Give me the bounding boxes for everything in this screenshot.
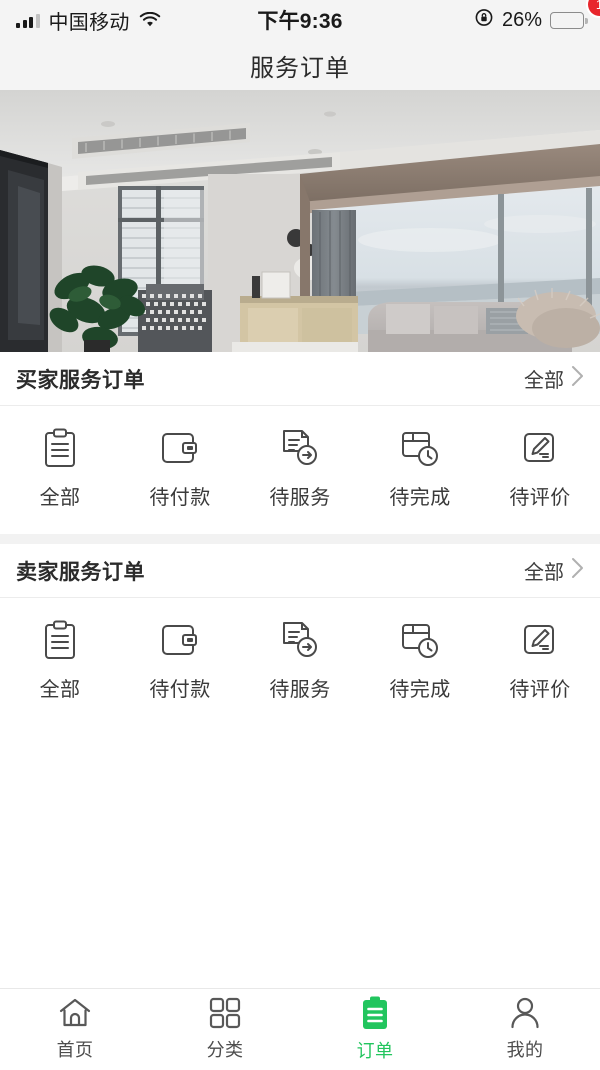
seller-order-status-pending-payment[interactable]: 待付款 — [120, 618, 240, 702]
seller-order-status-pending-completion[interactable]: 待完成 — [360, 618, 480, 702]
cell-label: 全部 — [40, 481, 81, 510]
tab-label: 订单 — [357, 1037, 394, 1063]
buyer-orders-title: 买家服务订单 — [16, 364, 145, 394]
buyer-order-status-all[interactable]: 全部 — [0, 426, 120, 510]
document-arrow-icon — [277, 618, 323, 662]
tab-label: 首页 — [57, 1036, 94, 1062]
cell-label: 待付款 — [149, 673, 210, 702]
seller-order-status-all[interactable]: 全部 — [0, 618, 120, 702]
buyer-orders-header: 买家服务订单 全部 — [0, 352, 600, 406]
seller-orders-title: 卖家服务订单 — [16, 556, 145, 586]
tab-orders[interactable]: 订单 — [300, 996, 450, 1063]
buyer-order-status-pending-review[interactable]: 1 待评价 — [480, 426, 600, 510]
cell-label: 待服务 — [269, 481, 330, 510]
tab-categories[interactable]: 分类 — [150, 997, 300, 1062]
seller-view-all-label: 全部 — [524, 556, 564, 585]
buyer-view-all-label: 全部 — [524, 364, 564, 393]
app-screen: 中国移动 下午9:36 26% — [0, 0, 600, 1070]
buyer-view-all-link[interactable]: 全部 — [524, 364, 584, 393]
cell-label: 待评价 — [509, 481, 570, 510]
section-divider — [0, 534, 600, 544]
package-clock-icon — [397, 426, 443, 470]
battery-icon — [550, 12, 584, 29]
tab-profile[interactable]: 我的 — [450, 997, 600, 1062]
seller-orders-card: 卖家服务订单 全部 — [0, 544, 600, 726]
chevron-right-icon — [571, 365, 584, 392]
status-bar-clock: 下午9:36 — [0, 5, 600, 35]
cell-label: 待付款 — [149, 481, 210, 510]
review-pencil-icon — [517, 618, 563, 662]
cell-label: 待评价 — [509, 673, 570, 702]
buyer-order-status-pending-payment[interactable]: 待付款 — [120, 426, 240, 510]
home-icon — [58, 997, 92, 1029]
buyer-order-status-pending-service[interactable]: 1 待服务 — [240, 426, 360, 510]
seller-view-all-link[interactable]: 全部 — [524, 556, 584, 585]
wallet-icon — [157, 618, 203, 662]
living-room-banner-image[interactable] — [0, 90, 600, 352]
clipboard-icon — [37, 426, 83, 470]
buyer-orders-card: 买家服务订单 全部 — [0, 352, 600, 534]
page-title: 服务订单 — [250, 48, 350, 83]
bottom-tab-bar: 首页 分类 — [0, 988, 600, 1070]
buyer-order-status-pending-completion[interactable]: 1 待完成 — [360, 426, 480, 510]
seller-order-status-pending-service[interactable]: 1 待服务 — [240, 618, 360, 702]
seller-order-status-pending-review[interactable]: 1 待评价 — [480, 618, 600, 702]
chevron-right-icon — [571, 557, 584, 584]
seller-orders-grid: 全部 待付款 — [0, 598, 600, 726]
grid-icon — [209, 997, 241, 1029]
cell-label: 待完成 — [389, 673, 450, 702]
clipboard-icon — [361, 996, 389, 1030]
document-arrow-icon — [277, 426, 323, 470]
cell-label: 待完成 — [389, 481, 450, 510]
status-bar: 中国移动 下午9:36 26% — [0, 0, 600, 40]
tab-label: 我的 — [507, 1036, 544, 1062]
clipboard-icon — [37, 618, 83, 662]
package-clock-icon — [397, 618, 443, 662]
person-icon — [509, 997, 541, 1029]
tab-label: 分类 — [207, 1036, 244, 1062]
review-pencil-icon — [517, 426, 563, 470]
cell-label: 全部 — [40, 673, 81, 702]
cell-label: 待服务 — [269, 673, 330, 702]
tab-home[interactable]: 首页 — [0, 997, 150, 1062]
buyer-orders-grid: 全部 待付款 — [0, 406, 600, 534]
wallet-icon — [157, 426, 203, 470]
seller-orders-header: 卖家服务订单 全部 — [0, 544, 600, 598]
nav-bar: 服务订单 — [0, 40, 600, 90]
orders-content: 买家服务订单 全部 — [0, 352, 600, 988]
